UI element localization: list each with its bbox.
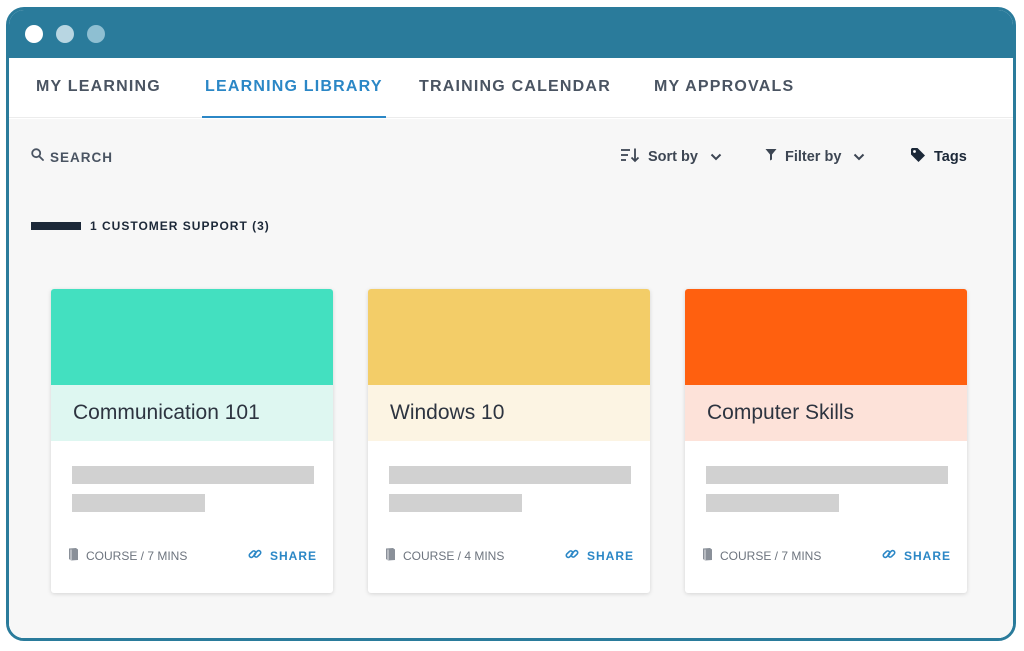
tags-label: Tags bbox=[934, 149, 967, 165]
card-meta: COURSE / 7 MINS bbox=[68, 547, 188, 566]
book-icon bbox=[702, 547, 713, 566]
card-meta: COURSE / 7 MINS bbox=[702, 547, 822, 566]
sort-label: Sort by bbox=[648, 149, 698, 165]
filter-dropdown[interactable]: Filter by bbox=[765, 147, 865, 167]
book-icon bbox=[68, 547, 79, 566]
course-card[interactable]: Computer Skills COURSE / 7 MINS SHARE bbox=[685, 289, 967, 593]
chevron-down-icon bbox=[710, 148, 722, 166]
tag-icon bbox=[910, 147, 926, 168]
share-label: SHARE bbox=[587, 549, 635, 563]
window-control-dot-1[interactable] bbox=[25, 25, 43, 43]
link-icon bbox=[882, 547, 896, 566]
tags-button[interactable]: Tags bbox=[910, 147, 967, 167]
share-button[interactable]: SHARE bbox=[882, 548, 951, 564]
window-control-dot-2[interactable] bbox=[56, 25, 74, 43]
app-window: MY LEARNING LEARNING LIBRARY TRAINING CA… bbox=[6, 7, 1016, 641]
filter-label: Filter by bbox=[785, 149, 842, 165]
search-label: SEARCH bbox=[50, 149, 114, 165]
app-content: MY LEARNING LEARNING LIBRARY TRAINING CA… bbox=[9, 58, 1013, 638]
card-cover bbox=[51, 289, 333, 385]
description-placeholder bbox=[72, 494, 205, 512]
description-placeholder bbox=[706, 494, 839, 512]
card-title: Windows 10 bbox=[390, 401, 505, 424]
course-duration: COURSE / 4 MINS bbox=[403, 549, 505, 563]
search-button[interactable]: SEARCH bbox=[31, 147, 113, 167]
library-toolbar: SEARCH Sort by Filter by Tags bbox=[9, 119, 1013, 189]
card-title: Communication 101 bbox=[73, 401, 260, 424]
section-marker bbox=[31, 222, 81, 230]
share-button[interactable]: SHARE bbox=[248, 548, 317, 564]
description-placeholder bbox=[72, 466, 314, 484]
tab-my-approvals[interactable]: MY APPROVALS bbox=[654, 78, 794, 118]
card-cover bbox=[685, 289, 967, 385]
share-label: SHARE bbox=[904, 549, 952, 563]
window-titlebar bbox=[9, 10, 1013, 58]
card-meta: COURSE / 4 MINS bbox=[385, 547, 505, 566]
search-icon bbox=[31, 148, 44, 166]
section-title: 1 CUSTOMER SUPPORT (3) bbox=[90, 219, 270, 233]
link-icon bbox=[248, 547, 262, 566]
book-icon bbox=[385, 547, 396, 566]
course-duration: COURSE / 7 MINS bbox=[720, 549, 822, 563]
sort-dropdown[interactable]: Sort by bbox=[620, 147, 722, 167]
chevron-down-icon bbox=[853, 148, 865, 166]
tab-my-learning[interactable]: MY LEARNING bbox=[36, 78, 161, 118]
tab-training-calendar[interactable]: TRAINING CALENDAR bbox=[419, 78, 611, 118]
link-icon bbox=[565, 547, 579, 566]
share-button[interactable]: SHARE bbox=[565, 548, 634, 564]
course-card[interactable]: Windows 10 COURSE / 4 MINS SHARE bbox=[368, 289, 650, 593]
card-cover bbox=[368, 289, 650, 385]
section-header: 1 CUSTOMER SUPPORT (3) bbox=[31, 218, 270, 234]
description-placeholder bbox=[389, 466, 631, 484]
share-label: SHARE bbox=[270, 549, 318, 563]
window-control-dot-3[interactable] bbox=[87, 25, 105, 43]
tab-learning-library[interactable]: LEARNING LIBRARY bbox=[202, 78, 386, 118]
description-placeholder bbox=[389, 494, 522, 512]
main-tabs: MY LEARNING LEARNING LIBRARY TRAINING CA… bbox=[9, 58, 1013, 118]
filter-icon bbox=[765, 148, 777, 166]
sort-icon bbox=[620, 147, 640, 168]
course-duration: COURSE / 7 MINS bbox=[86, 549, 188, 563]
description-placeholder bbox=[706, 466, 948, 484]
card-title: Computer Skills bbox=[707, 401, 855, 424]
course-card[interactable]: Communication 101 COURSE / 7 MINS SHARE bbox=[51, 289, 333, 593]
